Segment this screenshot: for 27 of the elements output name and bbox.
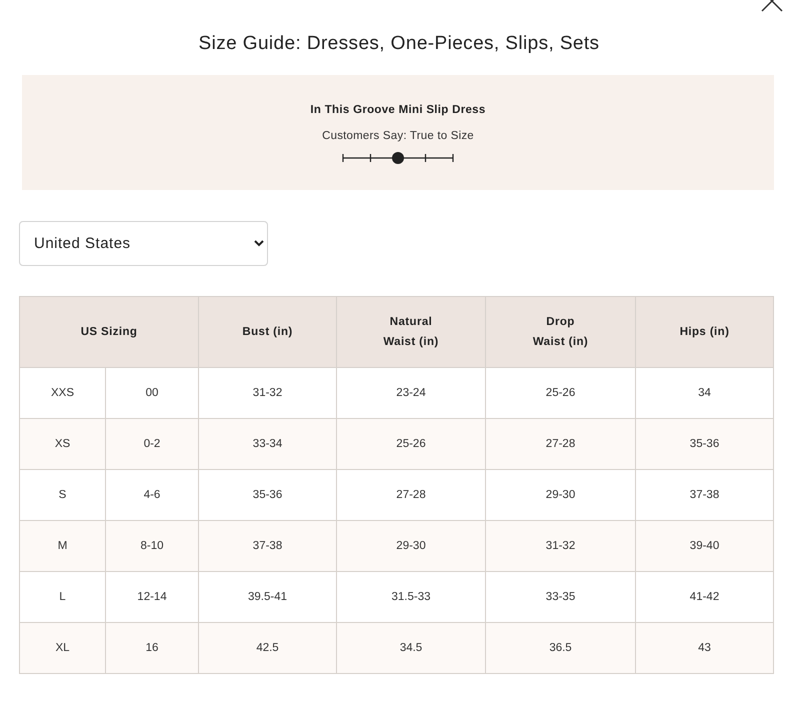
column-header: US Sizing bbox=[20, 296, 199, 368]
table-cell: 31-32 bbox=[486, 520, 636, 572]
table-cell: 0-2 bbox=[106, 418, 199, 470]
column-header: Bust (in) bbox=[198, 296, 337, 368]
column-header: Hips (in) bbox=[636, 296, 774, 368]
table-cell: M bbox=[20, 520, 106, 572]
table-cell: 16 bbox=[106, 622, 199, 674]
table-cell: 33-34 bbox=[198, 418, 337, 470]
table-cell: 43 bbox=[636, 622, 774, 674]
table-cell: 37-38 bbox=[198, 520, 337, 572]
table-cell: 29-30 bbox=[336, 520, 486, 572]
table-cell: 35-36 bbox=[636, 418, 774, 470]
table-cell: 25-26 bbox=[336, 418, 486, 470]
product-name: In This Groove Mini Slip Dress bbox=[310, 104, 486, 116]
country-select[interactable]: United States bbox=[19, 221, 268, 266]
dialog-title: Size Guide: Dresses, One-Pieces, Slips, Sets bbox=[198, 33, 600, 55]
table-cell: XL bbox=[20, 622, 106, 674]
column-header: Drop Waist (in) bbox=[532, 315, 590, 350]
table-cell: 39-40 bbox=[636, 520, 774, 572]
table-cell: 27-28 bbox=[486, 418, 636, 470]
table-cell: 42.5 bbox=[198, 622, 337, 674]
table-cell: 34.5 bbox=[336, 622, 486, 674]
table-cell: XS bbox=[20, 418, 106, 470]
fit-verdict: Customers Say: True to Size bbox=[322, 130, 474, 142]
column-header: Natural Waist (in) bbox=[382, 315, 440, 350]
table-cell: 36.5 bbox=[486, 622, 636, 674]
table-cell: 8-10 bbox=[106, 520, 199, 572]
